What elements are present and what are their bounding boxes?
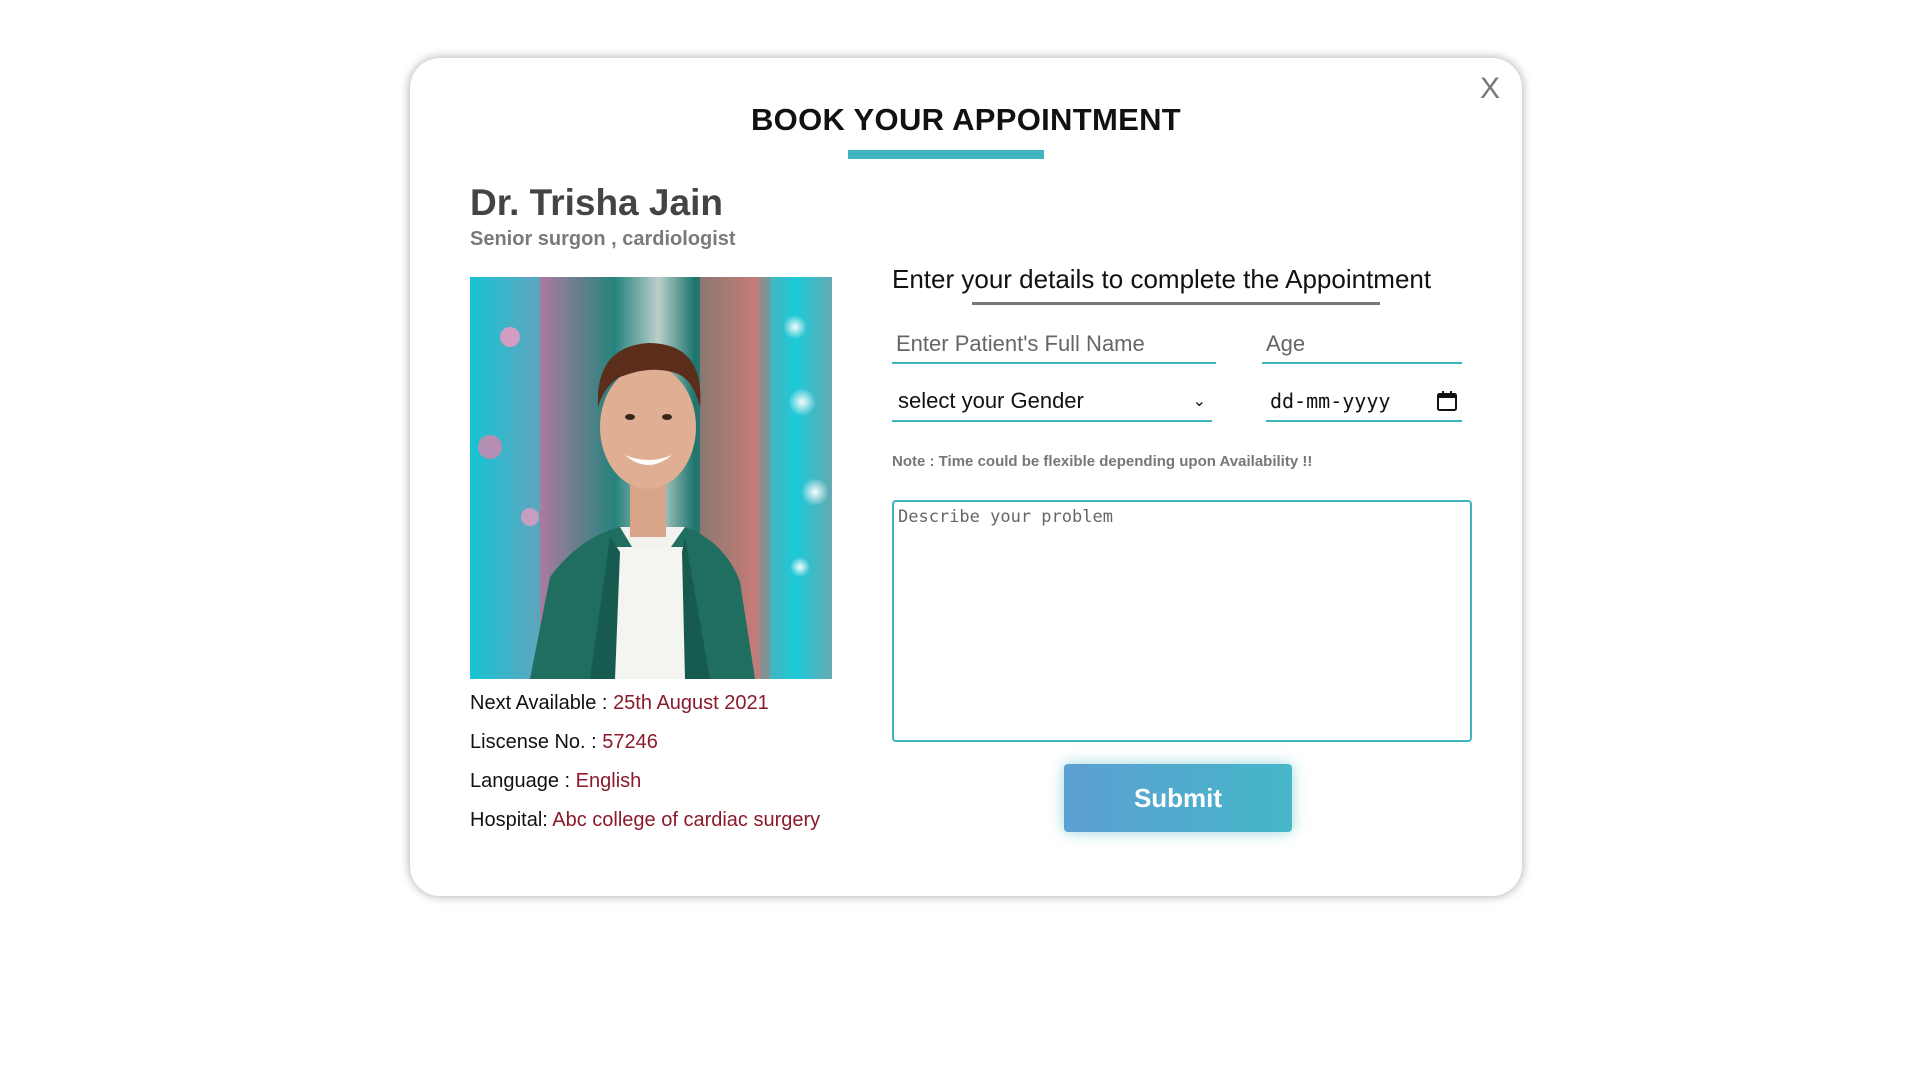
- date-input[interactable]: dd-mm-yyyy: [1266, 384, 1462, 422]
- gender-select-value: select your Gender: [898, 388, 1084, 413]
- language-label: Language :: [470, 770, 571, 792]
- date-placeholder: dd-mm-yyyy: [1270, 389, 1391, 413]
- availability-note: Note : Time could be flexible depending …: [892, 453, 1313, 470]
- doctor-role: Senior surgon , cardiologist: [470, 228, 736, 250]
- form-heading: Enter your details to complete the Appoi…: [892, 264, 1432, 294]
- age-input[interactable]: [1262, 326, 1462, 364]
- hospital-label: Hospital:: [470, 809, 548, 831]
- doctor-photo: [470, 277, 832, 679]
- appointment-modal: X BOOK YOUR APPOINTMENT Dr. Trisha Jain …: [410, 58, 1522, 896]
- patient-name-input[interactable]: [892, 326, 1216, 364]
- next-available-label: Next Available :: [470, 692, 608, 714]
- hospital-value: Abc college of cardiac surgery: [552, 809, 821, 831]
- doctor-name: Dr. Trisha Jain: [470, 182, 723, 223]
- next-available-row: Next Available : 25th August 2021: [470, 692, 769, 715]
- language-row: Language : English: [470, 770, 641, 793]
- problem-textarea[interactable]: [892, 500, 1472, 742]
- calendar-icon[interactable]: [1436, 390, 1458, 412]
- close-button[interactable]: X: [1480, 74, 1500, 104]
- gender-select[interactable]: select your Gender ⌄: [892, 384, 1212, 422]
- submit-button[interactable]: Submit: [1064, 764, 1292, 832]
- license-value: 57246: [602, 731, 658, 753]
- next-available-value: 25th August 2021: [613, 692, 769, 714]
- license-row: Liscense No. : 57246: [470, 731, 658, 754]
- title-underline: [848, 150, 1044, 159]
- modal-title: BOOK YOUR APPOINTMENT: [751, 102, 1181, 137]
- language-value: English: [575, 770, 642, 792]
- license-label: Liscense No. :: [470, 731, 597, 753]
- form-heading-underline: [972, 302, 1380, 305]
- hospital-row: Hospital: Abc college of cardiac surgery: [470, 809, 820, 832]
- chevron-down-icon: ⌄: [1192, 393, 1206, 410]
